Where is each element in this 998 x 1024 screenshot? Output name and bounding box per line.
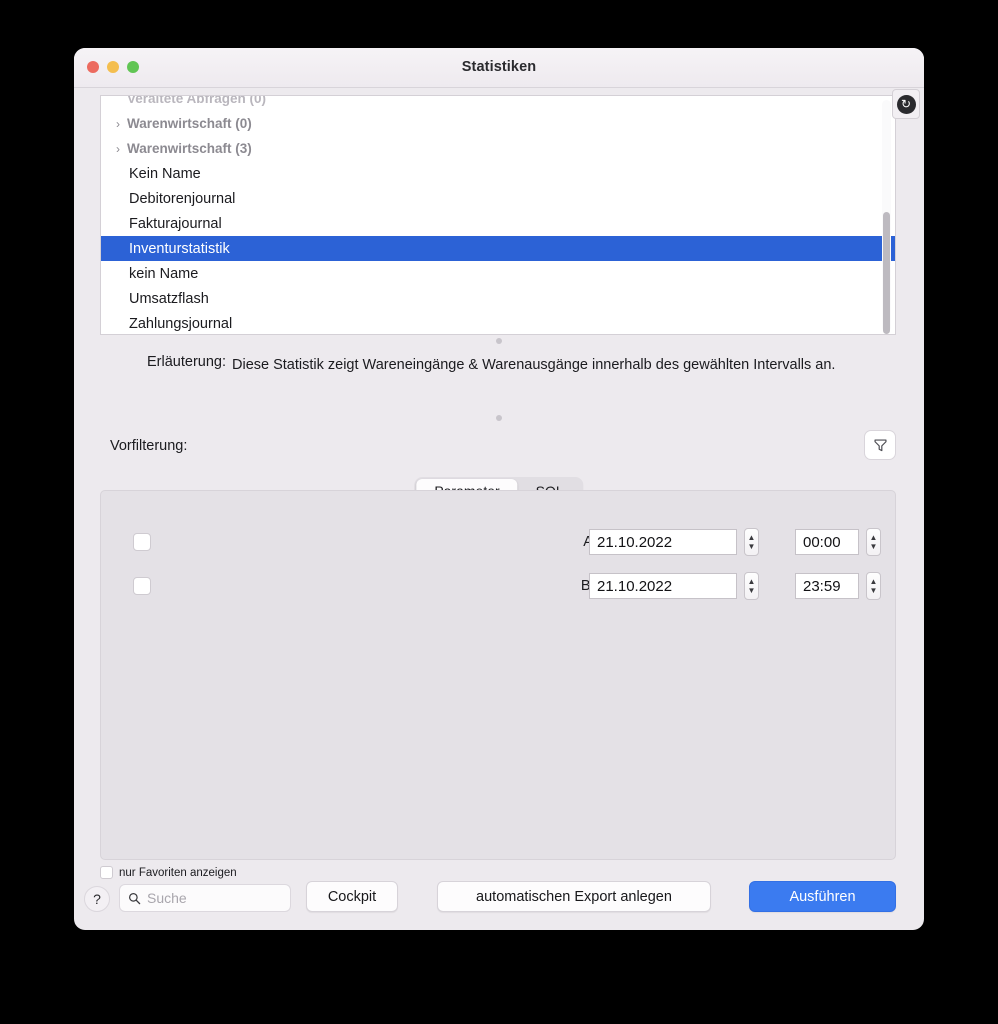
chevron-up-icon[interactable]: ▲ — [870, 577, 878, 586]
from-time-field[interactable]: 00:00 — [795, 529, 859, 555]
parameter-row-to: Bis 21.10.2022 ▲ ▼ 23:59 ▲ ▼ — [101, 569, 895, 603]
favorites-label: nur Favoriten anzeigen — [119, 866, 237, 879]
search-field[interactable]: Suche — [119, 884, 291, 912]
to-time-stepper[interactable]: ▲ ▼ — [866, 572, 881, 600]
chevron-up-icon[interactable]: ▲ — [870, 533, 878, 542]
help-button[interactable]: ? — [84, 886, 110, 912]
search-icon — [129, 892, 141, 904]
statistics-window: Statistiken Veraltete Abfragen (0) › War… — [74, 48, 924, 930]
explanation-text: Diese Statistik zeigt Wareneingänge & Wa… — [232, 357, 836, 373]
list-item[interactable]: Zahlungsjournal — [101, 311, 895, 334]
favorites-checkbox-box[interactable] — [100, 866, 113, 879]
filter-button[interactable] — [864, 430, 896, 460]
chevron-down-icon[interactable]: ▼ — [870, 586, 878, 595]
from-checkbox[interactable] — [133, 533, 151, 551]
list-item-group[interactable]: › Warenwirtschaft (0) — [101, 111, 895, 136]
parameter-panel: Ab 21.10.2022 ▲ ▼ 00:00 ▲ ▼ Bis 21.10.20… — [100, 490, 896, 860]
list-item-label: Warenwirtschaft (3) — [127, 141, 252, 156]
chevron-down-icon[interactable]: ▼ — [748, 586, 756, 595]
chevron-right-icon[interactable]: › — [109, 142, 127, 156]
to-date-field[interactable]: 21.10.2022 — [589, 573, 737, 599]
execute-button[interactable]: Ausführen — [749, 881, 896, 912]
to-date-stepper[interactable]: ▲ ▼ — [744, 572, 759, 600]
refresh-button[interactable]: ↻ — [892, 89, 920, 119]
to-checkbox[interactable] — [133, 577, 151, 595]
from-time-stepper[interactable]: ▲ ▼ — [866, 528, 881, 556]
splitter-handle-top[interactable] — [496, 338, 502, 344]
list-item[interactable]: Kein Name — [101, 161, 895, 186]
explanation-label: Erläuterung: — [147, 354, 226, 370]
prefilter-label: Vorfilterung: — [110, 438, 188, 454]
create-automatic-export-button[interactable]: automatischen Export anlegen — [437, 881, 711, 912]
list-item[interactable]: kein Name — [101, 261, 895, 286]
chevron-up-icon[interactable]: ▲ — [748, 577, 756, 586]
splitter-handle-bottom[interactable] — [496, 415, 502, 421]
list-scrollbar-thumb[interactable] — [883, 212, 890, 334]
list-item[interactable]: Umsatzflash — [101, 286, 895, 311]
list-item[interactable]: Debitorenjournal — [101, 186, 895, 211]
page-title: Statistiken — [461, 59, 537, 75]
chevron-down-icon[interactable]: ▼ — [748, 542, 756, 551]
refresh-icon: ↻ — [896, 94, 916, 114]
filter-funnel-icon — [873, 438, 887, 451]
favorites-only-checkbox[interactable]: nur Favoriten anzeigen — [100, 866, 237, 879]
parameter-row-from: Ab 21.10.2022 ▲ ▼ 00:00 ▲ ▼ — [101, 525, 895, 559]
list-item[interactable]: Fakturajournal — [101, 211, 895, 236]
from-date-stepper[interactable]: ▲ ▼ — [744, 528, 759, 556]
list-item-selected[interactable]: Inventurstatistik — [101, 236, 895, 261]
search-input[interactable]: Suche — [147, 890, 187, 906]
list-scrollbar[interactable] — [882, 100, 891, 334]
chevron-down-icon[interactable]: ▼ — [870, 542, 878, 551]
to-time-field[interactable]: 23:59 — [795, 573, 859, 599]
list-item-group[interactable]: › Warenwirtschaft (3) — [101, 136, 895, 161]
statistics-list-inner: Veraltete Abfragen (0) › Warenwirtschaft… — [101, 96, 895, 334]
list-item-label: Warenwirtschaft (0) — [127, 116, 252, 131]
chevron-right-icon[interactable]: › — [109, 117, 127, 131]
from-date-field[interactable]: 21.10.2022 — [589, 529, 737, 555]
list-item-clipped[interactable]: Veraltete Abfragen (0) — [101, 96, 895, 111]
cockpit-button[interactable]: Cockpit — [306, 881, 398, 912]
window-titlebar: Statistiken — [74, 48, 924, 88]
chevron-up-icon[interactable]: ▲ — [748, 533, 756, 542]
statistics-list[interactable]: Veraltete Abfragen (0) › Warenwirtschaft… — [100, 95, 896, 335]
